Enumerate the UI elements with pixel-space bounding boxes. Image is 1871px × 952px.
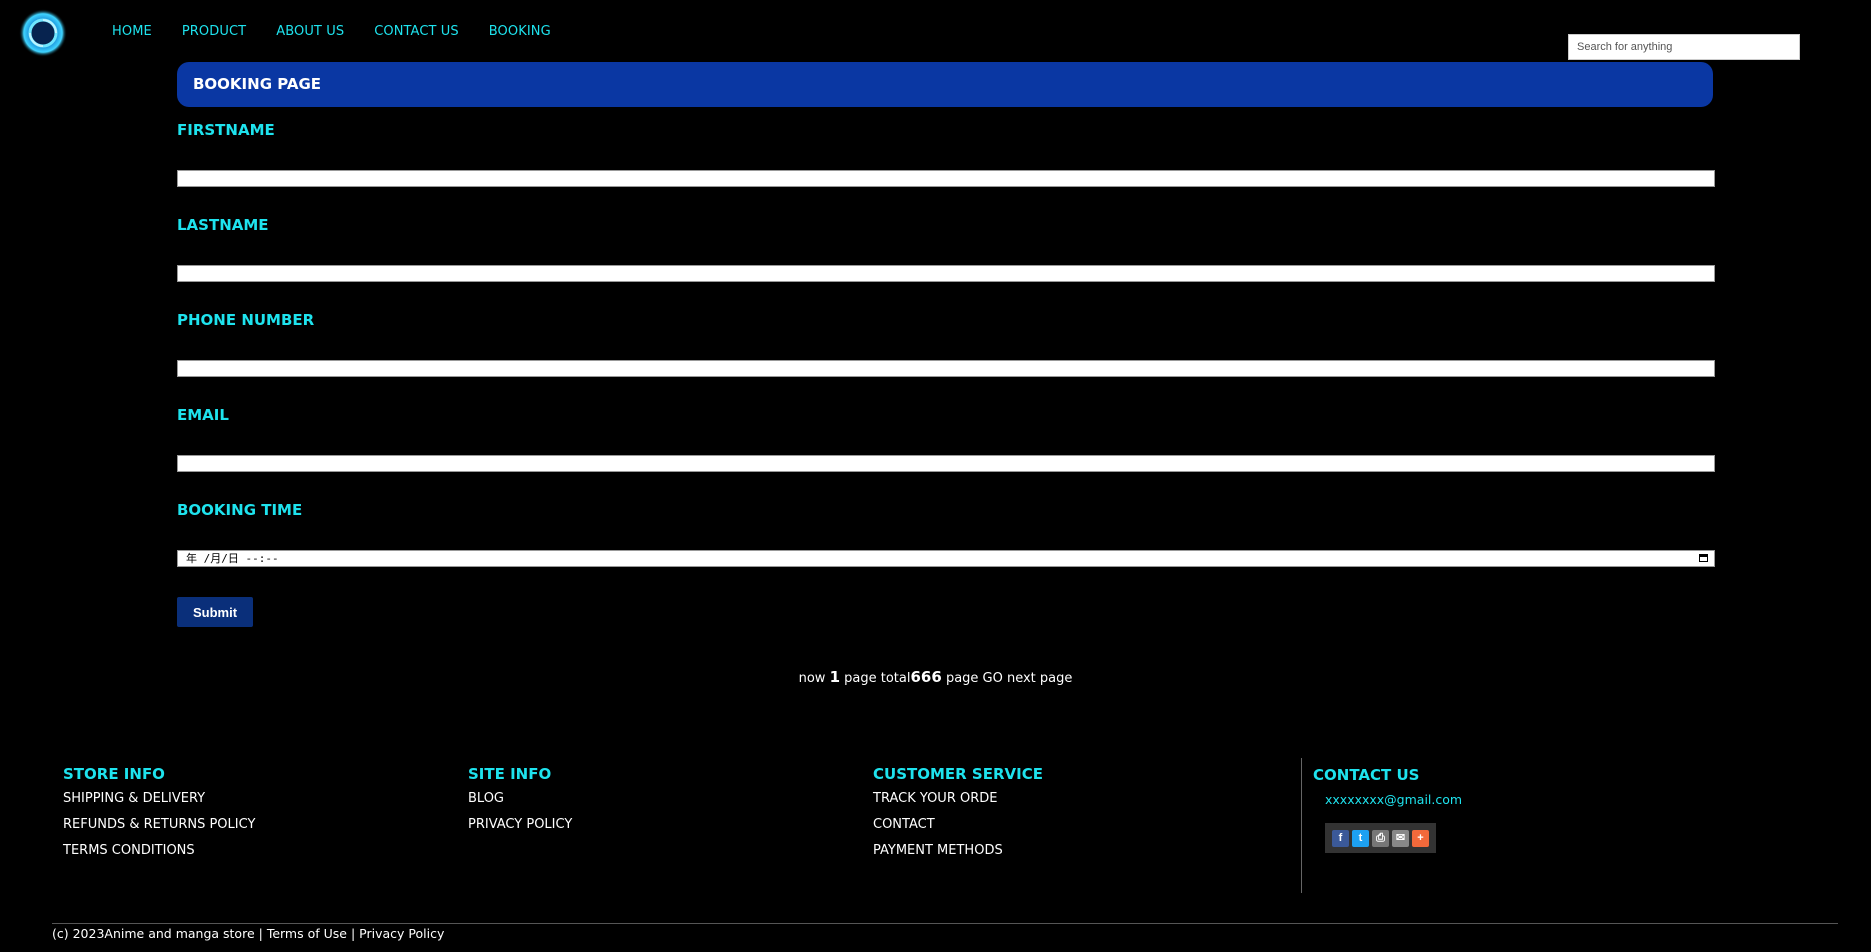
contact-us-heading: CONTACT US	[1313, 766, 1420, 784]
footer-store-info: STORE INFO SHIPPING & DELIVERY REFUNDS &…	[63, 765, 255, 869]
submit-button[interactable]: Submit	[177, 597, 253, 627]
footer-site-info: SITE INFO BLOG PRIVACY POLICY	[468, 765, 572, 843]
lastname-label: LASTNAME	[177, 216, 269, 234]
email-label: EMAIL	[177, 406, 229, 424]
customer-service-heading: CUSTOMER SERVICE	[873, 765, 1043, 783]
booking-time-label: BOOKING TIME	[177, 501, 303, 519]
bottom-privacy-policy-link[interactable]: Privacy Policy	[359, 926, 444, 941]
lastname-input[interactable]	[177, 265, 1715, 282]
nav-booking[interactable]: BOOKING	[489, 24, 551, 39]
pagination: now 1 page total666 page GO next page	[0, 668, 1871, 686]
terms-conditions-link[interactable]: TERMS CONDITIONS	[63, 843, 255, 858]
portal-logo-icon	[19, 9, 67, 57]
track-order-link[interactable]: TRACK YOUR ORDE	[873, 791, 1043, 806]
nav-product[interactable]: PRODUCT	[182, 24, 246, 39]
nav-about-us[interactable]: ABOUT US	[276, 24, 344, 39]
plus-icon[interactable]: +	[1412, 829, 1429, 847]
phone-number-input[interactable]	[177, 360, 1715, 377]
booking-time-value: 年 /月/日 --:--	[186, 552, 279, 565]
pagination-go-next[interactable]: page GO next page	[946, 671, 1072, 686]
main-nav: HOME PRODUCT ABOUT US CONTACT US BOOKING	[112, 24, 581, 39]
site-logo[interactable]	[18, 8, 68, 58]
booking-time-input[interactable]: 年 /月/日 --:--	[177, 550, 1715, 567]
privacy-policy-link[interactable]: PRIVACY POLICY	[468, 817, 572, 832]
facebook-icon[interactable]: f	[1332, 829, 1349, 847]
store-info-heading: STORE INFO	[63, 765, 165, 783]
firstname-label: FIRSTNAME	[177, 121, 275, 139]
site-info-heading: SITE INFO	[468, 765, 552, 783]
print-icon[interactable]: ⎙	[1372, 829, 1389, 847]
phone-number-label: PHONE NUMBER	[177, 311, 315, 329]
pagination-now-text: now	[798, 671, 826, 686]
footer-divider	[1301, 758, 1302, 893]
page-banner: BOOKING PAGE	[177, 62, 1713, 107]
contact-email-link[interactable]: xxxxxxxx@gmail.com	[1325, 792, 1462, 807]
firstname-input[interactable]	[177, 170, 1715, 187]
mail-icon[interactable]: ✉	[1392, 829, 1409, 847]
share-bar: f t ⎙ ✉ +	[1325, 823, 1436, 853]
footer-contact-us: CONTACT US xxxxxxxx@gmail.com	[1313, 766, 1462, 807]
nav-contact-us[interactable]: CONTACT US	[374, 24, 459, 39]
copyright-separator: |	[350, 926, 356, 941]
total-pages: 666	[910, 668, 942, 686]
footer-customer-service: CUSTOMER SERVICE TRACK YOUR ORDE CONTACT…	[873, 765, 1043, 869]
footer-bottom-rule	[52, 923, 1838, 924]
payment-methods-link[interactable]: PAYMENT METHODS	[873, 843, 1043, 858]
copyright: (c) 2023Anime and manga store | Terms of…	[52, 926, 444, 941]
nav-home[interactable]: HOME	[112, 24, 152, 39]
current-page: 1	[829, 668, 841, 686]
email-input[interactable]	[177, 455, 1715, 472]
search-input[interactable]	[1568, 34, 1800, 60]
terms-of-use-link[interactable]: Terms of Use	[267, 926, 347, 941]
shipping-delivery-link[interactable]: SHIPPING & DELIVERY	[63, 791, 255, 806]
blog-link[interactable]: BLOG	[468, 791, 572, 806]
refunds-returns-link[interactable]: REFUNDS & RETURNS POLICY	[63, 817, 255, 832]
copyright-text: (c) 2023Anime and manga store |	[52, 926, 263, 941]
calendar-icon[interactable]	[1699, 554, 1708, 562]
contact-link[interactable]: CONTACT	[873, 817, 1043, 832]
pagination-total-text: page total	[844, 671, 911, 686]
page-title: BOOKING PAGE	[193, 75, 322, 93]
page: HOME PRODUCT ABOUT US CONTACT US BOOKING…	[0, 0, 1871, 952]
twitter-icon[interactable]: t	[1352, 829, 1369, 847]
